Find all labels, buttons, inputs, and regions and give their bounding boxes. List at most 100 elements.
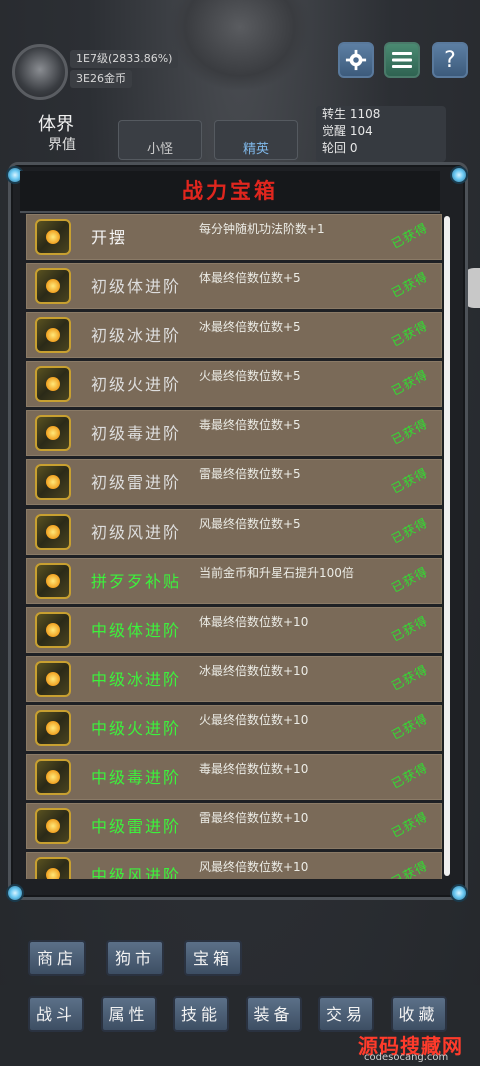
chest-row[interactable]: 初级冰进阶 冰最终倍数位数+5 已获得 bbox=[26, 312, 442, 359]
chest-name: 中级冰进阶 bbox=[91, 669, 182, 689]
nav-button[interactable]: 战斗 bbox=[28, 996, 84, 1032]
treasure-chest-icon bbox=[35, 611, 71, 648]
chest-description: 毒最终倍数位数+5 bbox=[199, 418, 301, 433]
list-scrollbar[interactable] bbox=[444, 216, 450, 876]
help-icon: ? bbox=[444, 47, 456, 73]
chest-row[interactable]: 中级雷进阶 雷最终倍数位数+10 已获得 bbox=[26, 803, 442, 850]
awaken-count: 觉醒 104 bbox=[322, 124, 373, 138]
nav-button[interactable]: 属性 bbox=[100, 996, 157, 1032]
tab-elite[interactable]: 精英 bbox=[214, 120, 298, 160]
chest-name: 初级雷进阶 bbox=[91, 473, 182, 493]
chest-row[interactable]: 中级冰进阶 冰最终倍数位数+10 已获得 bbox=[26, 655, 442, 702]
nav-button[interactable]: 交易 bbox=[318, 996, 374, 1032]
chest-row[interactable]: 初级风进阶 风最终倍数位数+5 已获得 bbox=[26, 508, 442, 555]
gold-readout: 3E26金币 bbox=[70, 70, 132, 88]
player-avatar[interactable] bbox=[12, 44, 68, 100]
chest-description: 风最终倍数位数+5 bbox=[199, 516, 301, 531]
panel-title: 战力宝箱 bbox=[20, 171, 440, 213]
chest-status-badge: 已获得 bbox=[389, 711, 431, 743]
settings-button[interactable] bbox=[338, 42, 374, 78]
chest-description: 当前金币和升星石提升100倍 bbox=[199, 565, 354, 580]
nav-button[interactable]: 收藏 bbox=[390, 996, 447, 1032]
chest-status-badge: 已获得 bbox=[389, 367, 431, 399]
chest-row[interactable]: 中级火进阶 火最终倍数位数+10 已获得 bbox=[26, 704, 442, 751]
chest-status-badge: 已获得 bbox=[389, 515, 431, 546]
chest-description: 雷最终倍数位数+10 bbox=[199, 811, 309, 826]
chest-status-badge: 已获得 bbox=[389, 564, 431, 595]
treasure-chest-icon bbox=[35, 513, 71, 550]
chest-description: 雷最终倍数位数+5 bbox=[199, 467, 301, 482]
level-readout: 1E7级(2833.86%) bbox=[70, 50, 179, 68]
treasure-chest-icon bbox=[35, 317, 71, 354]
chest-name: 初级冰进阶 bbox=[91, 326, 182, 346]
realm-title: 体界 bbox=[38, 114, 74, 135]
rebirth-count: 转生 1108 bbox=[322, 107, 381, 121]
treasure-chest-icon bbox=[35, 857, 71, 879]
chest-row[interactable]: 初级雷进阶 雷最终倍数位数+5 已获得 bbox=[26, 459, 442, 506]
chest-description: 冰最终倍数位数+5 bbox=[199, 320, 301, 335]
chest-description: 火最终倍数位数+10 bbox=[199, 712, 309, 727]
chest-name: 初级火进阶 bbox=[91, 375, 182, 395]
menu-list-button[interactable] bbox=[384, 42, 420, 78]
nav-button[interactable]: 装备 bbox=[245, 996, 302, 1032]
treasure-chest-icon bbox=[35, 366, 71, 403]
chest-status-badge: 已获得 bbox=[389, 662, 431, 694]
chest-status-badge: 已获得 bbox=[389, 760, 431, 792]
chest-description: 体最终倍数位数+10 bbox=[199, 614, 309, 629]
treasure-chest-icon bbox=[35, 219, 71, 255]
list-menu-icon bbox=[392, 52, 412, 68]
treasure-chest-icon bbox=[35, 464, 71, 501]
chest-row[interactable]: 初级火进阶 火最终倍数位数+5 已获得 bbox=[26, 361, 442, 408]
chest-row[interactable]: 开摆 每分钟随机功法阶数+1 已获得 bbox=[26, 214, 442, 260]
chest-description: 每分钟随机功法阶数+1 bbox=[199, 222, 325, 236]
tab-elite-label: 精英 bbox=[242, 142, 269, 157]
chest-name: 拼歹歹补贴 bbox=[91, 571, 182, 591]
chest-name: 中级体进阶 bbox=[91, 620, 182, 640]
treasure-chest-icon bbox=[35, 268, 71, 305]
chest-name: 中级毒进阶 bbox=[91, 768, 182, 788]
treasure-chest-icon bbox=[35, 808, 71, 845]
chest-row[interactable]: 中级毒进阶 毒最终倍数位数+10 已获得 bbox=[26, 754, 442, 801]
chest-description: 风最终倍数位数+10 bbox=[199, 860, 309, 875]
treasure-chest-icon bbox=[35, 660, 71, 697]
menu-button[interactable]: 狗市 bbox=[106, 940, 164, 976]
panel-corner-gem bbox=[450, 166, 468, 184]
skull-ornament bbox=[170, 0, 310, 90]
chest-list[interactable]: 开摆 每分钟随机功法阶数+1 已获得 初级体进阶 体最终倍数位数+5 已获得 初级冰进阶 冰最… bbox=[26, 214, 442, 879]
chest-status-badge: 已获得 bbox=[389, 809, 431, 841]
chest-description: 毒最终倍数位数+10 bbox=[199, 762, 309, 777]
menu-button[interactable]: 宝箱 bbox=[184, 940, 242, 976]
chest-status-badge: 已获得 bbox=[389, 318, 431, 350]
chest-status-badge: 已获得 bbox=[389, 466, 431, 497]
chest-row[interactable]: 拼歹歹补贴 当前金币和升星石提升100倍 已获得 bbox=[26, 557, 442, 604]
help-button[interactable]: ? bbox=[432, 42, 468, 78]
chest-name: 初级毒进阶 bbox=[91, 424, 182, 444]
chest-description: 体最终倍数位数+5 bbox=[199, 271, 301, 286]
chest-status-badge: 已获得 bbox=[389, 613, 431, 645]
treasure-chest-icon bbox=[35, 415, 71, 452]
watermark-url: codesocang.com bbox=[364, 1052, 449, 1063]
chest-row[interactable]: 中级风进阶 风最终倍数位数+10 已获得 bbox=[26, 852, 442, 879]
treasure-chest-icon bbox=[35, 562, 71, 599]
chest-name: 开摆 bbox=[91, 228, 128, 247]
menu-button[interactable]: 商店 bbox=[28, 940, 86, 976]
nav-button[interactable]: 技能 bbox=[173, 996, 229, 1032]
realm-value-label: 界值 bbox=[48, 137, 76, 153]
chest-name: 中级雷进阶 bbox=[91, 817, 182, 837]
chest-row[interactable]: 初级毒进阶 毒最终倍数位数+5 已获得 bbox=[26, 410, 442, 457]
chest-row[interactable]: 中级体进阶 体最终倍数位数+10 已获得 bbox=[26, 606, 442, 653]
cycle-count: 轮回 0 bbox=[322, 141, 358, 155]
chest-description: 冰最终倍数位数+10 bbox=[199, 663, 309, 678]
chest-row[interactable]: 初级体进阶 体最终倍数位数+5 已获得 bbox=[26, 263, 442, 310]
chest-status-badge: 已获得 bbox=[389, 269, 431, 301]
tab-minion-label: 小怪 bbox=[146, 142, 173, 157]
gear-icon bbox=[345, 49, 367, 71]
treasure-chest-icon bbox=[35, 709, 71, 746]
chest-name: 中级风进阶 bbox=[91, 866, 182, 879]
tab-minion[interactable]: 小怪 bbox=[118, 120, 202, 160]
chest-name: 初级风进阶 bbox=[91, 522, 182, 542]
chest-name: 初级体进阶 bbox=[91, 277, 182, 297]
progress-info-box: 转生 1108 觉醒 104 轮回 0 bbox=[316, 106, 446, 162]
chest-status-badge: 已获得 bbox=[389, 858, 431, 879]
panel-corner-gem bbox=[6, 884, 24, 902]
